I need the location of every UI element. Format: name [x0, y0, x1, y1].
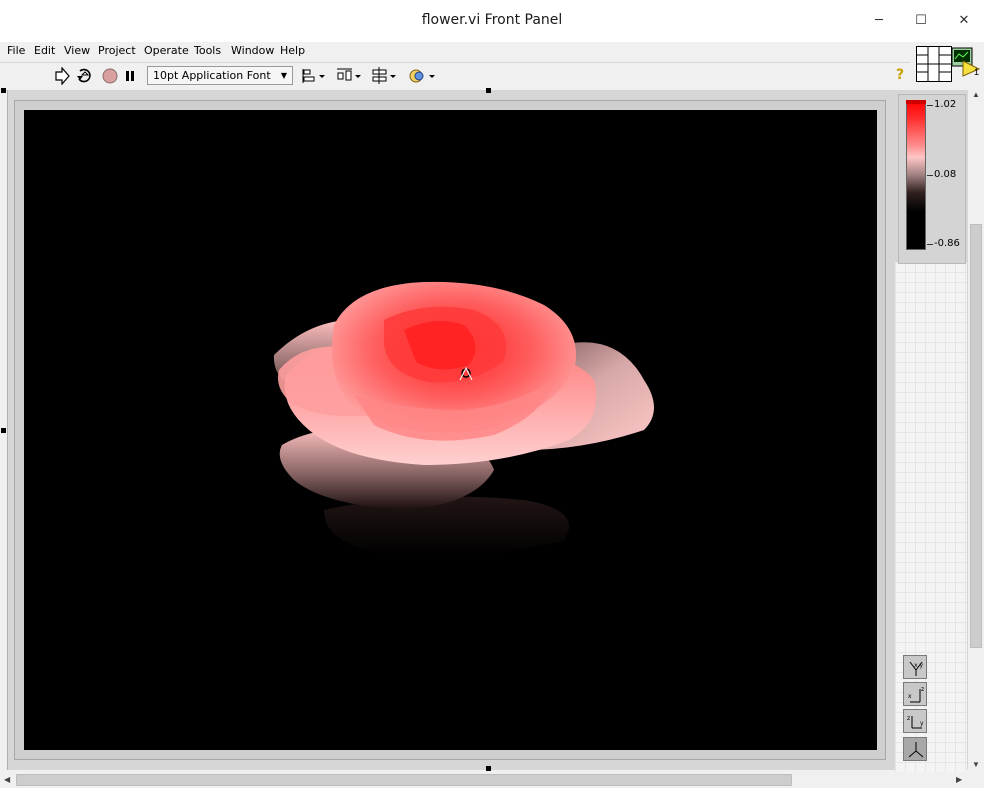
- color-ramp-max-marker[interactable]: [906, 100, 926, 104]
- 3d-view-button[interactable]: [903, 737, 927, 761]
- scroll-down-arrow-icon[interactable]: ▼: [972, 760, 980, 769]
- resize-handle-left[interactable]: [1, 428, 6, 433]
- yz-plane-view-button[interactable]: zy: [903, 709, 927, 733]
- title-bar: flower.vi Front Panel ─ ☐ ✕: [0, 0, 984, 42]
- distribute-objects-icon[interactable]: [336, 67, 362, 85]
- xz-plane-icon: xz: [908, 686, 924, 703]
- resize-handle-bottom[interactable]: [486, 766, 491, 771]
- resize-objects-icon[interactable]: [371, 67, 397, 85]
- resize-handle-top-left[interactable]: [1, 88, 6, 93]
- ramp-max-label: 1.02: [934, 99, 957, 110]
- run-arrow-icon[interactable]: [54, 67, 70, 85]
- chevron-down-icon: ▼: [280, 71, 287, 80]
- svg-text:x y: x y: [914, 662, 923, 669]
- context-help-icon[interactable]: ?: [896, 67, 904, 85]
- vi-icon[interactable]: 1: [951, 47, 982, 78]
- ramp-mid-label: 0.08: [934, 169, 957, 180]
- ramp-tick-max: [927, 105, 933, 106]
- horizontal-scroll-thumb[interactable]: [16, 774, 792, 786]
- toolbar: 10pt Application Font ▼ ?: [0, 62, 910, 89]
- 3d-axes-icon: [908, 742, 924, 758]
- menu-edit[interactable]: Edit: [34, 44, 55, 57]
- minimize-button[interactable]: ─: [866, 8, 892, 34]
- scroll-up-arrow-icon[interactable]: ▲: [972, 90, 980, 99]
- svg-text:z: z: [921, 686, 924, 693]
- menu-window[interactable]: Window: [231, 44, 274, 57]
- menu-file[interactable]: File: [7, 44, 25, 57]
- scroll-right-arrow-icon[interactable]: ▶: [956, 775, 962, 784]
- xy-plane-view-button[interactable]: x y: [903, 655, 927, 679]
- vi-icon-number: 1: [974, 67, 980, 77]
- scroll-left-arrow-icon[interactable]: ◀: [4, 775, 10, 784]
- ramp-tick-mid: [927, 175, 933, 176]
- xz-plane-view-button[interactable]: xz: [903, 682, 927, 706]
- svg-text:x: x: [908, 693, 912, 700]
- yz-plane-icon: zy: [907, 715, 924, 729]
- surface-underside: [324, 496, 569, 556]
- font-selector-label: 10pt Application Font: [153, 69, 271, 82]
- close-button[interactable]: ✕: [951, 8, 977, 34]
- pause-icon[interactable]: [123, 67, 137, 85]
- window-title: flower.vi Front Panel: [421, 12, 563, 28]
- svg-text:y: y: [920, 720, 924, 727]
- reorder-icon[interactable]: [408, 67, 436, 85]
- abort-execution-icon[interactable]: [101, 67, 119, 85]
- resize-handle-top[interactable]: [486, 88, 491, 93]
- menu-view[interactable]: View: [64, 44, 90, 57]
- ramp-min-label: -0.86: [934, 238, 960, 249]
- maximize-button[interactable]: ☐: [908, 8, 934, 34]
- vertical-scroll-thumb[interactable]: [970, 224, 982, 648]
- svg-text:z: z: [907, 715, 910, 722]
- color-ramp[interactable]: [906, 100, 926, 250]
- menu-project[interactable]: Project: [98, 44, 136, 57]
- menu-operate[interactable]: Operate: [144, 44, 189, 57]
- align-objects-icon[interactable]: [302, 67, 326, 85]
- xy-plane-icon: x y: [909, 661, 923, 676]
- menu-bar: File Edit View Project Operate Tools Win…: [0, 42, 984, 60]
- ramp-tick-min: [927, 244, 933, 245]
- connector-pane-icon[interactable]: [916, 46, 952, 82]
- menu-help[interactable]: Help: [280, 44, 305, 57]
- rose-surface-plot[interactable]: [24, 110, 877, 750]
- font-selector[interactable]: 10pt Application Font ▼: [147, 66, 293, 85]
- menu-tools[interactable]: Tools: [194, 44, 221, 57]
- 3d-surface-graph[interactable]: [24, 110, 877, 750]
- run-continuously-icon[interactable]: [76, 67, 94, 85]
